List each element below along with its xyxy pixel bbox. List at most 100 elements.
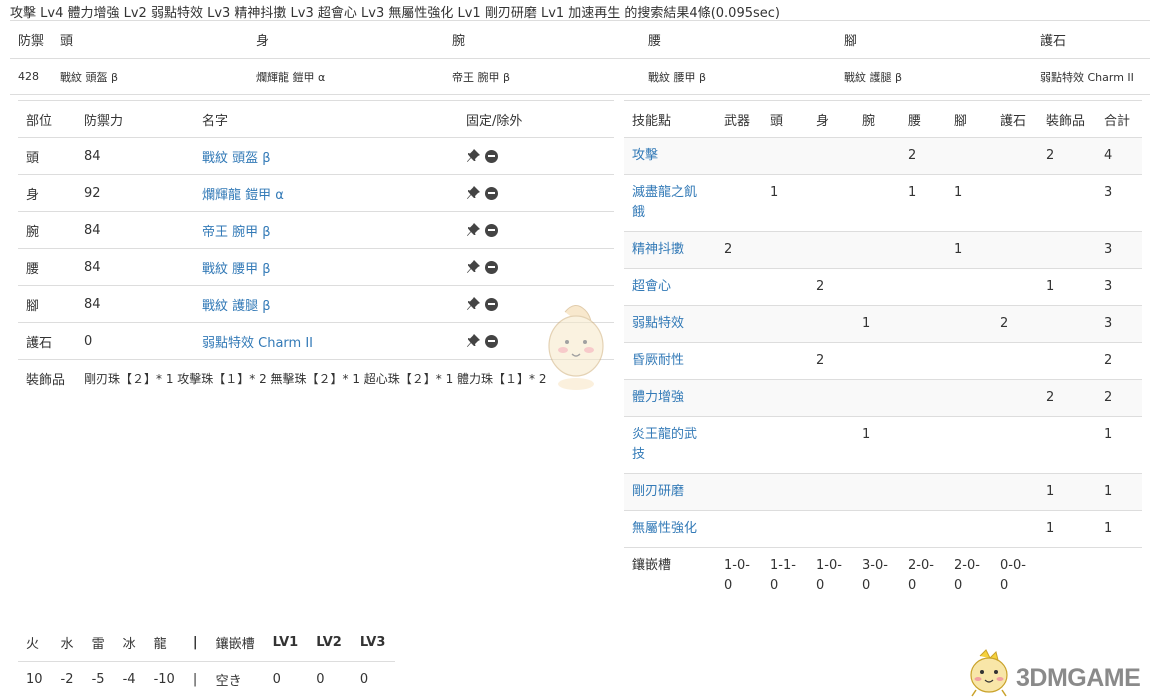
- resistance-value-cell: -5: [91, 672, 105, 688]
- equipment-defense: 84: [76, 211, 194, 249]
- skill-name-link[interactable]: 弱點特效: [632, 316, 684, 331]
- result-leg: 戰紋 護腿 β: [836, 58, 1032, 95]
- skill-point-cell: [716, 342, 762, 380]
- result-body: 爛輝龍 鎧甲 α: [248, 58, 444, 95]
- resistance-value-cell: -2: [60, 672, 74, 688]
- skill-name-link[interactable]: 體力增強: [632, 390, 684, 405]
- skill-name-link[interactable]: 炎王龍的武技: [632, 427, 697, 462]
- resistance-header-cell: 水: [52, 624, 84, 662]
- skill-header-cell: 身: [808, 100, 854, 138]
- skill-point-cell: [1038, 416, 1096, 474]
- skill-point-cell: [716, 473, 762, 511]
- skill-name-cell: 滅盡龍之飢餓: [624, 174, 716, 232]
- equipment-name-link[interactable]: 弱點特效 Charm II: [202, 336, 313, 351]
- skill-point-cell: [946, 379, 992, 417]
- equipment-row: 腕 84 帝王 腕甲 β: [18, 211, 614, 249]
- skill-point-cell: 1: [1096, 510, 1142, 548]
- equipment-name-link[interactable]: 戰紋 護腿 β: [202, 299, 271, 314]
- skill-name-link[interactable]: 無屬性強化: [632, 521, 697, 536]
- skill-point-cell: [992, 268, 1038, 306]
- equipment-defense: 0: [76, 322, 194, 360]
- skill-header-cell: 頭: [762, 100, 808, 138]
- skill-point-cell: [946, 473, 992, 511]
- skill-name-cell: 精神抖擻: [624, 231, 716, 269]
- skill-point-cell: [946, 137, 992, 175]
- skill-name-link[interactable]: 昏厥耐性: [632, 353, 684, 368]
- skill-name-cell: 炎王龍的武技: [624, 416, 716, 474]
- result-head: 戰紋 頭盔 β: [52, 58, 248, 95]
- skill-point-cell: [762, 231, 808, 269]
- skill-point-cell: [762, 379, 808, 417]
- minus-circle-icon[interactable]: [485, 260, 498, 274]
- pin-icon[interactable]: [466, 260, 482, 274]
- skill-point-cell: [762, 342, 808, 380]
- skill-point-cell: 2: [1038, 379, 1096, 417]
- skill-name-link[interactable]: 剛刃研磨: [632, 484, 684, 499]
- skill-name-cell: 超會心: [624, 268, 716, 306]
- skill-header-cell: 合計: [1096, 100, 1142, 138]
- skill-point-cell: [854, 510, 900, 548]
- equipment-name-link[interactable]: 帝王 腕甲 β: [202, 225, 271, 240]
- skill-point-cell: 2: [900, 137, 946, 175]
- skill-point-cell: 1: [1038, 473, 1096, 511]
- pin-icon[interactable]: [466, 223, 482, 237]
- skill-point-cell: 2: [992, 305, 1038, 343]
- skill-point-cell: [716, 137, 762, 175]
- resistance-header-cell: 火: [18, 624, 53, 662]
- skill-point-cell: [762, 305, 808, 343]
- equipment-part: 頭: [18, 137, 76, 175]
- minus-circle-icon[interactable]: [485, 334, 498, 348]
- pin-icon[interactable]: [466, 186, 482, 200]
- skill-point-cell: 2: [808, 268, 854, 306]
- resistance-value-cell: 10: [26, 672, 43, 688]
- equipment-row: 頭 84 戰紋 頭盔 β: [18, 137, 614, 175]
- slot-label: 鑲嵌槽: [624, 547, 716, 604]
- equipment-name-link[interactable]: 戰紋 腰甲 β: [202, 262, 271, 277]
- resistance-header-cell: 鑲嵌槽: [207, 624, 265, 662]
- skill-header-cell: 腰: [900, 100, 946, 138]
- equipment-actions: [458, 248, 614, 286]
- pin-icon[interactable]: [466, 297, 482, 311]
- skill-point-cell: 3: [1096, 231, 1142, 269]
- minus-circle-icon[interactable]: [485, 186, 498, 200]
- skill-header-cell: 腕: [854, 100, 900, 138]
- skill-point-cell: 1: [762, 174, 808, 232]
- skill-point-cell: [992, 473, 1038, 511]
- decoration-value: 剛刃珠【２】* 1 攻擊珠【１】* 2 無擊珠【２】* 1 超心珠【２】* 1 …: [84, 371, 547, 386]
- minus-circle-icon[interactable]: [485, 297, 498, 311]
- skill-point-cell: [1038, 305, 1096, 343]
- equipment-name-cell: 戰紋 護腿 β: [194, 285, 458, 323]
- minus-circle-icon[interactable]: [485, 223, 498, 237]
- skill-point-cell: 1: [1038, 268, 1096, 306]
- slot-empty: [1038, 547, 1096, 604]
- equipment-header-row: 部位 防禦力 名字 固定/除外: [18, 100, 614, 138]
- skill-row: 滅盡龍之飢餓 1 1 1 3: [624, 174, 1142, 232]
- equipment-name-link[interactable]: 爛輝龍 鎧甲 α: [202, 188, 284, 203]
- equipment-actions: [458, 174, 614, 212]
- skill-header-row: 技能點 武器頭身腕腰腳護石 裝飾品 合計: [624, 100, 1142, 138]
- skill-point-cell: [946, 510, 992, 548]
- skill-header-cell: 技能點: [624, 100, 716, 138]
- skill-point-cell: [808, 231, 854, 269]
- skill-point-cell: 4: [1096, 137, 1142, 175]
- resistance-value-cell: 0: [359, 672, 369, 688]
- skill-point-cell: [1038, 231, 1096, 269]
- skill-name-link[interactable]: 精神抖擻: [632, 242, 684, 257]
- pin-icon[interactable]: [466, 149, 482, 163]
- skill-name-cell: 剛刃研磨: [624, 473, 716, 511]
- result-row[interactable]: 428 戰紋 頭盔 β 爛輝龍 鎧甲 α 帝王 腕甲 β 戰紋 腰甲 β 戰紋 …: [10, 58, 1150, 95]
- skill-row: 超會心 2 1 3: [624, 268, 1142, 306]
- equipment-actions: [458, 137, 614, 175]
- skill-name-link[interactable]: 超會心: [632, 279, 671, 294]
- skill-name-link[interactable]: 滅盡龍之飢餓: [632, 185, 697, 220]
- skill-point-cell: 1: [854, 305, 900, 343]
- equipment-name-link[interactable]: 戰紋 頭盔 β: [202, 151, 271, 166]
- equipment-header-defense: 防禦力: [76, 100, 194, 138]
- result-header-charm: 護石: [1032, 20, 1150, 59]
- pin-icon[interactable]: [466, 334, 482, 348]
- skill-point-cell: 1: [1038, 510, 1096, 548]
- skill-name-link[interactable]: 攻擊: [632, 148, 658, 163]
- skill-row: 攻擊 2 2 4: [624, 137, 1142, 175]
- minus-circle-icon[interactable]: [485, 149, 498, 163]
- slot-value: 1-1-0: [762, 547, 808, 604]
